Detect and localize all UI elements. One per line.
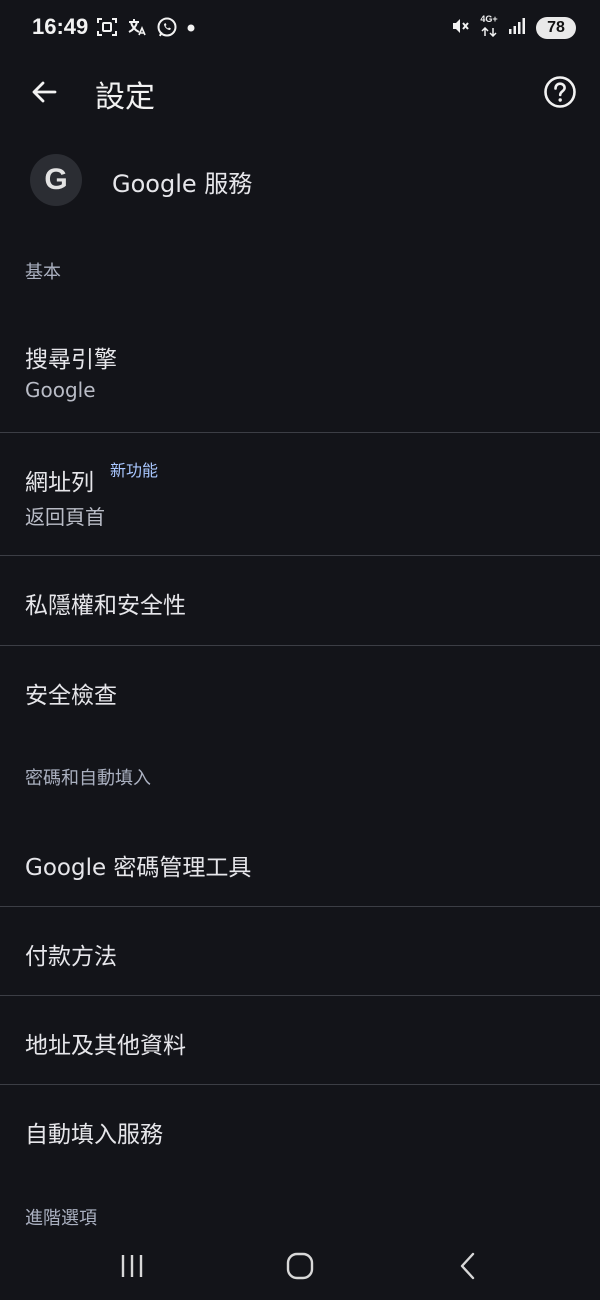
section-header-basic: 基本 — [25, 262, 61, 283]
autofill-services-title: 自動填入服務 — [25, 1122, 163, 1148]
network-4g-icon: 4G+ — [480, 14, 498, 42]
arrow-left-icon — [32, 81, 57, 103]
payment-methods-title: 付款方法 — [25, 944, 117, 970]
app-bar: 設定 — [0, 56, 600, 128]
page-title: 設定 — [95, 80, 155, 115]
password-manager-row[interactable]: Google 密碼管理工具 — [0, 818, 600, 906]
google-services-label: Google 服務 — [112, 170, 253, 198]
section-header-advanced: 進階選項 — [25, 1208, 97, 1229]
signal-icon — [508, 17, 526, 40]
privacy-security-title: 私隱權和安全性 — [25, 593, 186, 619]
home-button[interactable] — [270, 1246, 330, 1286]
address-bar-title: 網址列 — [25, 470, 94, 496]
recents-icon — [121, 1255, 143, 1277]
battery-indicator: 78 — [536, 17, 576, 39]
recents-button[interactable] — [102, 1246, 162, 1286]
system-back-button[interactable] — [438, 1246, 498, 1286]
payment-methods-row[interactable]: 付款方法 — [0, 907, 600, 995]
help-button[interactable] — [536, 68, 584, 116]
whatsapp-icon — [156, 16, 178, 38]
notification-dot-icon — [186, 16, 196, 38]
google-icon: G — [30, 154, 82, 206]
translate-icon — [126, 16, 148, 38]
safety-check-row[interactable]: 安全檢查 — [0, 646, 600, 734]
status-bar: 16:49 4G+ 78 — [0, 0, 600, 56]
help-circle-icon — [544, 76, 576, 108]
privacy-security-row[interactable]: 私隱權和安全性 — [0, 556, 600, 645]
network-label: 4G+ — [480, 14, 498, 24]
search-engine-value: Google — [25, 378, 96, 402]
back-button[interactable] — [20, 68, 68, 116]
addresses-row[interactable]: 地址及其他資料 — [0, 996, 600, 1084]
safety-check-title: 安全檢查 — [25, 683, 117, 709]
password-manager-title: Google 密碼管理工具 — [25, 855, 252, 881]
autofill-services-row[interactable]: 自動填入服務 — [0, 1085, 600, 1173]
screenshot-icon — [96, 16, 118, 38]
status-time: 16:49 — [32, 14, 89, 39]
status-right-icons: 4G+ 78 — [450, 14, 576, 42]
address-bar-value: 返回頁首 — [25, 505, 105, 529]
address-bar-row[interactable]: 網址列 新功能 返回頁首 — [0, 433, 600, 555]
section-header-passwords: 密碼和自動填入 — [25, 768, 151, 789]
navigation-bar — [0, 1236, 600, 1300]
home-icon — [286, 1252, 314, 1280]
addresses-title: 地址及其他資料 — [25, 1033, 186, 1059]
search-engine-title: 搜尋引擎 — [25, 347, 117, 373]
mute-icon — [450, 16, 470, 41]
status-left-icons — [96, 16, 196, 38]
google-avatar-letter: G — [44, 163, 68, 196]
back-icon — [460, 1252, 475, 1280]
search-engine-row[interactable]: 搜尋引擎 Google — [0, 322, 600, 432]
new-feature-badge: 新功能 — [110, 461, 159, 480]
google-services-row[interactable]: G Google 服務 — [0, 140, 600, 222]
